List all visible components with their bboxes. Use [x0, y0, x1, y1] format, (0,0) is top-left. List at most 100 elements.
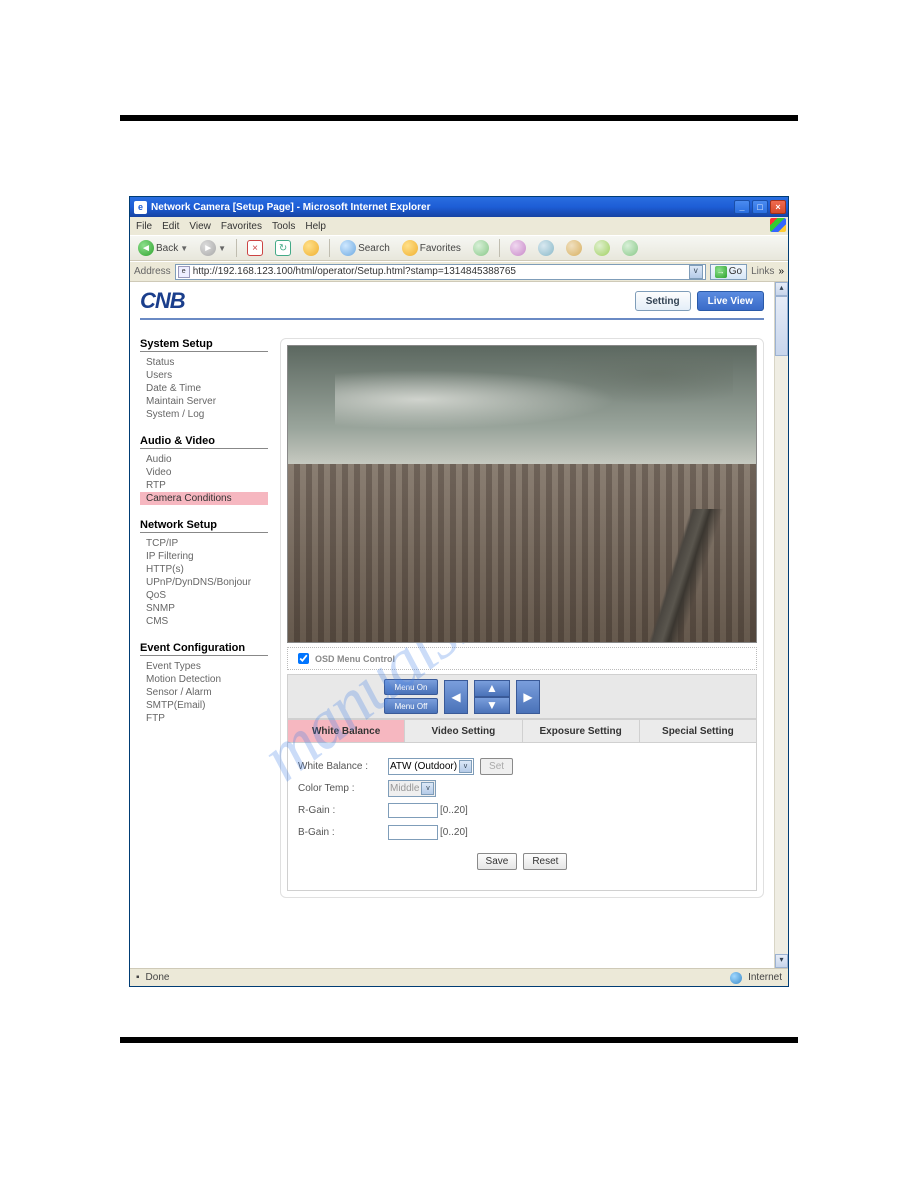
nav-system-log[interactable]: System / Log: [140, 408, 268, 421]
osd-label: OSD Menu Control: [315, 654, 395, 664]
status-bar: ▪ Done Internet: [130, 968, 788, 986]
stop-icon: ×: [247, 240, 263, 256]
arrow-left-button[interactable]: ◀: [444, 680, 468, 714]
tab-exposure-setting[interactable]: Exposure Setting: [523, 720, 640, 742]
toolbar-separator: [499, 239, 500, 257]
osd-checkbox[interactable]: [298, 653, 309, 664]
nav-qos[interactable]: QoS: [140, 589, 268, 602]
set-button[interactable]: Set: [480, 758, 513, 775]
nav-cms[interactable]: CMS: [140, 615, 268, 628]
osd-control-buttons: Menu On Menu Off ◀ ▲ ▼ ▶: [287, 674, 757, 719]
arrow-down-button[interactable]: ▼: [474, 697, 510, 714]
rgain-hint: [0..20]: [440, 805, 468, 816]
tab-video-setting[interactable]: Video Setting: [405, 720, 522, 742]
wb-select[interactable]: ATW (Outdoor) v: [388, 758, 474, 775]
setting-button[interactable]: Setting: [635, 291, 691, 311]
menu-off-button[interactable]: Menu Off: [384, 698, 438, 714]
go-label: Go: [729, 266, 742, 277]
arrow-up-button[interactable]: ▲: [474, 680, 510, 697]
nav-event-types[interactable]: Event Types: [140, 660, 268, 673]
back-arrow-icon: ◄: [138, 240, 154, 256]
url-input[interactable]: e http://192.168.123.100/html/operator/S…: [175, 264, 706, 280]
nav-ftp[interactable]: FTP: [140, 712, 268, 725]
sidebar-nav: System Setup Status Users Date & Time Ma…: [140, 338, 268, 898]
print-button[interactable]: [534, 238, 558, 258]
home-icon: [303, 240, 319, 256]
maximize-button[interactable]: □: [752, 200, 768, 214]
white-balance-form: White Balance : ATW (Outdoor) v Set Colo…: [287, 743, 757, 891]
nav-maintain[interactable]: Maintain Server: [140, 395, 268, 408]
scroll-track[interactable]: [775, 356, 788, 954]
scroll-thumb[interactable]: [775, 296, 788, 356]
close-button[interactable]: ×: [770, 200, 786, 214]
refresh-icon: ↻: [275, 240, 291, 256]
url-dropdown-icon[interactable]: v: [689, 265, 703, 279]
chevron-down-icon: v: [421, 782, 434, 795]
ct-value: Middle: [390, 783, 419, 794]
menu-on-button[interactable]: Menu On: [384, 679, 438, 695]
forward-button[interactable]: ► ▼: [196, 238, 230, 258]
scroll-up-button[interactable]: ▴: [775, 282, 788, 296]
window-title: Network Camera [Setup Page] - Microsoft …: [151, 202, 732, 213]
ct-label: Color Temp :: [298, 783, 388, 794]
refresh-button[interactable]: ↻: [271, 238, 295, 258]
nav-users[interactable]: Users: [140, 369, 268, 382]
links-label[interactable]: Links: [751, 266, 774, 277]
nav-status[interactable]: Status: [140, 356, 268, 369]
reset-button[interactable]: Reset: [523, 853, 567, 870]
chevron-down-icon: v: [459, 760, 472, 773]
messenger-icon: [622, 240, 638, 256]
scrollbar[interactable]: ▴ ▾: [774, 282, 788, 968]
nav-tcpip[interactable]: TCP/IP: [140, 537, 268, 550]
menu-file[interactable]: File: [136, 221, 152, 232]
home-button[interactable]: [299, 238, 323, 258]
ct-select[interactable]: Middle v: [388, 780, 436, 797]
page-icon: e: [178, 266, 190, 278]
wb-label: White Balance :: [298, 761, 388, 772]
nav-smtp[interactable]: SMTP(Email): [140, 699, 268, 712]
nav-video[interactable]: Video: [140, 466, 268, 479]
menu-tools[interactable]: Tools: [272, 221, 295, 232]
menu-view[interactable]: View: [189, 221, 211, 232]
nav-snmp[interactable]: SNMP: [140, 602, 268, 615]
bgain-label: B-Gain :: [298, 827, 388, 838]
bgain-input[interactable]: [388, 825, 438, 840]
history-button[interactable]: [469, 238, 493, 258]
tab-special-setting[interactable]: Special Setting: [640, 720, 756, 742]
back-button[interactable]: ◄ Back ▼: [134, 238, 192, 258]
live-view-button[interactable]: Live View: [697, 291, 764, 311]
edit-button[interactable]: [562, 238, 586, 258]
ie-icon: e: [134, 201, 147, 214]
nav-heading: Network Setup: [140, 519, 268, 533]
rgain-input[interactable]: [388, 803, 438, 818]
nav-upnp[interactable]: UPnP/DynDNS/Bonjour: [140, 576, 268, 589]
toolbar-separator: [236, 239, 237, 257]
arrow-right-button[interactable]: ▶: [516, 680, 540, 714]
nav-ipfilter[interactable]: IP Filtering: [140, 550, 268, 563]
nav-heading: System Setup: [140, 338, 268, 352]
nav-camera-conditions[interactable]: Camera Conditions: [140, 492, 268, 505]
messenger-button[interactable]: [618, 238, 642, 258]
discuss-icon: [594, 240, 610, 256]
scroll-down-button[interactable]: ▾: [775, 954, 788, 968]
tab-white-balance[interactable]: White Balance: [288, 720, 405, 742]
menu-edit[interactable]: Edit: [162, 221, 179, 232]
menu-help[interactable]: Help: [305, 221, 326, 232]
save-button[interactable]: Save: [477, 853, 518, 870]
search-button[interactable]: Search: [336, 238, 394, 258]
go-button[interactable]: → Go: [710, 264, 747, 280]
nav-audio[interactable]: Audio: [140, 453, 268, 466]
discuss-button[interactable]: [590, 238, 614, 258]
nav-rtp[interactable]: RTP: [140, 479, 268, 492]
camera-video-feed: [287, 345, 757, 643]
favorites-button[interactable]: Favorites: [398, 238, 465, 258]
nav-datetime[interactable]: Date & Time: [140, 382, 268, 395]
nav-https[interactable]: HTTP(s): [140, 563, 268, 576]
favorites-label: Favorites: [420, 243, 461, 254]
menu-favorites[interactable]: Favorites: [221, 221, 262, 232]
stop-button[interactable]: ×: [243, 238, 267, 258]
nav-motion[interactable]: Motion Detection: [140, 673, 268, 686]
nav-sensor[interactable]: Sensor / Alarm: [140, 686, 268, 699]
mail-button[interactable]: [506, 238, 530, 258]
minimize-button[interactable]: _: [734, 200, 750, 214]
